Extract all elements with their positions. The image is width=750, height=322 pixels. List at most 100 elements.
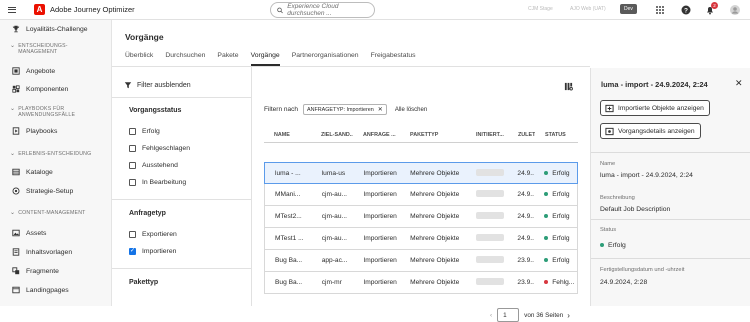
page-number-input[interactable]: 1 <box>497 308 520 322</box>
checkbox-box[interactable] <box>129 179 136 186</box>
column-header-name[interactable]: NAME <box>264 132 311 138</box>
sidebar-item-label: Kataloge <box>26 168 53 176</box>
sidebar-item-playbooks[interactable]: Playbooks <box>12 127 57 135</box>
sidebar-item-label: Loyalitäts-Challenge <box>26 25 88 33</box>
status-dot <box>544 192 549 197</box>
column-header-target-sandbox[interactable]: ZIEL-SAND... <box>311 132 353 138</box>
table-row[interactable]: Bug Ba... app-ac... Importieren Mehrere … <box>264 250 578 272</box>
checkbox-in-progress[interactable]: In Bearbeitung <box>129 179 186 186</box>
cell-initiated-by <box>466 278 508 287</box>
filter-tag[interactable]: ANFRAGETYP: Importieren ✕ <box>302 104 387 115</box>
checkbox-label: Ausstehend <box>142 162 178 169</box>
checkbox-failed[interactable]: Fehlgeschlagen <box>129 145 190 152</box>
catalog-icon <box>12 168 20 176</box>
components-icon <box>12 85 20 93</box>
sidebar-section-experience-decisioning[interactable]: ⌄ ERLEBNIS-ENTSCHEIDUNG <box>10 151 91 157</box>
clear-all-button[interactable]: Alle löschen <box>395 107 427 113</box>
checkbox-label: Exportieren <box>142 231 177 238</box>
cell-status: Erfolg <box>534 235 577 242</box>
tab-jobs[interactable]: Vorgänge <box>250 52 280 66</box>
env-badge[interactable]: Dev <box>620 4 637 14</box>
status-dot <box>544 236 549 241</box>
filter-by-label: Filtern nach <box>264 106 298 113</box>
cell-name: Bug Ba... <box>275 257 303 264</box>
table-row[interactable]: MTest1 ... cjm-au... Importieren Mehrere… <box>264 228 578 250</box>
status-label: Erfolg <box>552 169 570 177</box>
cell-name: MTest2... <box>275 213 302 220</box>
table-row[interactable]: MTest2... cjm-au... Importieren Mehrere … <box>264 206 578 228</box>
menu-icon[interactable] <box>8 6 16 13</box>
checkbox-box[interactable] <box>129 231 136 238</box>
cell-request-type: Importieren <box>363 213 397 220</box>
sidebar-item-landing-pages[interactable]: Landingpages <box>12 286 69 294</box>
tab-sharing-status[interactable]: Freigabestatus <box>371 52 416 66</box>
sidebar-section-label: CONTENT-MANAGEMENT <box>18 210 86 216</box>
app-title: Adobe Journey Optimizer <box>50 5 135 14</box>
sidebar-section-content-management[interactable]: ⌄ CONTENT-MANAGEMENT <box>10 210 86 216</box>
hide-filters-button[interactable]: Filter ausblenden <box>124 81 191 89</box>
sidebar-item-assets[interactable]: Assets <box>12 229 46 237</box>
search-input[interactable]: Experience Cloud durchsuchen ... <box>270 2 375 18</box>
sidebar-item-label: Strategie-Setup <box>26 187 74 195</box>
checkbox-box[interactable] <box>129 162 136 169</box>
chevron-down-icon: ⌄ <box>10 151 16 157</box>
user-switcher[interactable]: AJO Web (UAT) <box>570 6 606 12</box>
sidebar-item-offers[interactable]: Angebote <box>12 67 55 75</box>
job-details-icon <box>605 127 614 135</box>
table-row[interactable]: MMani... cjm-au... Importieren Mehrere O… <box>264 184 578 206</box>
checkbox-export[interactable]: Exportieren <box>129 231 177 238</box>
checkbox-box[interactable] <box>129 128 136 135</box>
cell-name: MTest1 ... <box>275 235 304 242</box>
sidebar-section-decision-management[interactable]: ⌄ ENTSCHEIDUNGS-MANAGEMENT <box>10 43 88 55</box>
column-header-initiated-by[interactable]: INITIIERT... <box>466 132 508 138</box>
divider <box>112 97 252 98</box>
status-dot <box>544 280 549 285</box>
column-header-package-type[interactable]: PAKETTYP <box>400 132 466 138</box>
view-job-details-button[interactable]: Vorgangsdetails anzeigen <box>600 123 701 139</box>
table-row[interactable]: luma - ... luma-us Importieren Mehrere O… <box>264 162 578 184</box>
sidebar-item-content-templates[interactable]: Inhaltsvorlagen <box>12 248 72 256</box>
search-placeholder: Experience Cloud durchsuchen ... <box>287 3 339 17</box>
sidebar-item-strategy-setup[interactable]: Strategie-Setup <box>12 187 73 195</box>
chevron-right-icon[interactable]: › <box>567 311 570 320</box>
top-bar: A Adobe Journey Optimizer Experience Clo… <box>0 0 750 20</box>
column-header-request-type[interactable]: ANFRAGE ... <box>353 132 400 138</box>
checkbox-success[interactable]: Erfolg <box>129 128 160 135</box>
checkbox-import[interactable]: ✓ Importieren <box>129 248 176 255</box>
sidebar-section-playbooks[interactable]: ⌄ PLAYBOOKS FÜR ANWENDUNGSFÄLLE <box>10 106 98 118</box>
sidebar-item-loyalty-challenge[interactable]: Loyalitäts-Challenge <box>12 25 88 33</box>
description-value: Default Job Description <box>600 206 671 213</box>
cell-last-updated: 23.9.... <box>517 257 534 264</box>
status-dot <box>544 214 549 219</box>
column-settings-icon[interactable] <box>564 82 573 91</box>
tab-browse[interactable]: Durchsuchen <box>165 52 205 66</box>
cell-status: Fehlg... <box>534 279 577 286</box>
checkbox-box[interactable] <box>129 145 136 152</box>
view-imported-objects-button[interactable]: Importierte Objekte anzeigen <box>600 100 710 116</box>
table-row[interactable]: Bug Ba... cjm-mr Importieren Mehrere Obj… <box>264 272 578 294</box>
close-icon[interactable]: ✕ <box>378 106 383 113</box>
close-icon[interactable]: ✕ <box>735 78 743 89</box>
offer-icon <box>12 67 20 75</box>
page-total-label: von 36 Seiten <box>524 311 564 319</box>
help-icon[interactable]: ? <box>681 5 691 15</box>
column-header-status[interactable]: STATUS <box>535 132 578 138</box>
column-header-last-updated[interactable]: ZULETZT... <box>508 132 535 138</box>
apps-grid-icon[interactable] <box>655 5 665 15</box>
tab-partner-organizations[interactable]: Partnerorganisationen <box>292 52 359 66</box>
sidebar-item-catalogs[interactable]: Kataloge <box>12 168 53 176</box>
sidebar-item-fragments[interactable]: Fragmente <box>12 267 59 275</box>
cell-request-type: Importieren <box>363 235 397 242</box>
sidebar-item-components[interactable]: Komponenten <box>12 85 68 93</box>
tab-overview[interactable]: Überblick <box>125 52 153 66</box>
cell-status: Erfolg <box>534 170 577 177</box>
tab-packages[interactable]: Pakete <box>217 52 238 66</box>
checkbox-label: Importieren <box>142 248 177 255</box>
checkbox-pending[interactable]: Ausstehend <box>129 162 178 169</box>
divider <box>591 152 750 153</box>
checkmark-icon[interactable]: ✓ <box>129 248 136 255</box>
chevron-left-icon[interactable]: ‹ <box>490 312 492 319</box>
sandbox-switcher[interactable]: CJM Stage <box>528 6 553 12</box>
checkbox-label: Erfolg <box>142 128 160 135</box>
avatar[interactable] <box>730 5 740 15</box>
